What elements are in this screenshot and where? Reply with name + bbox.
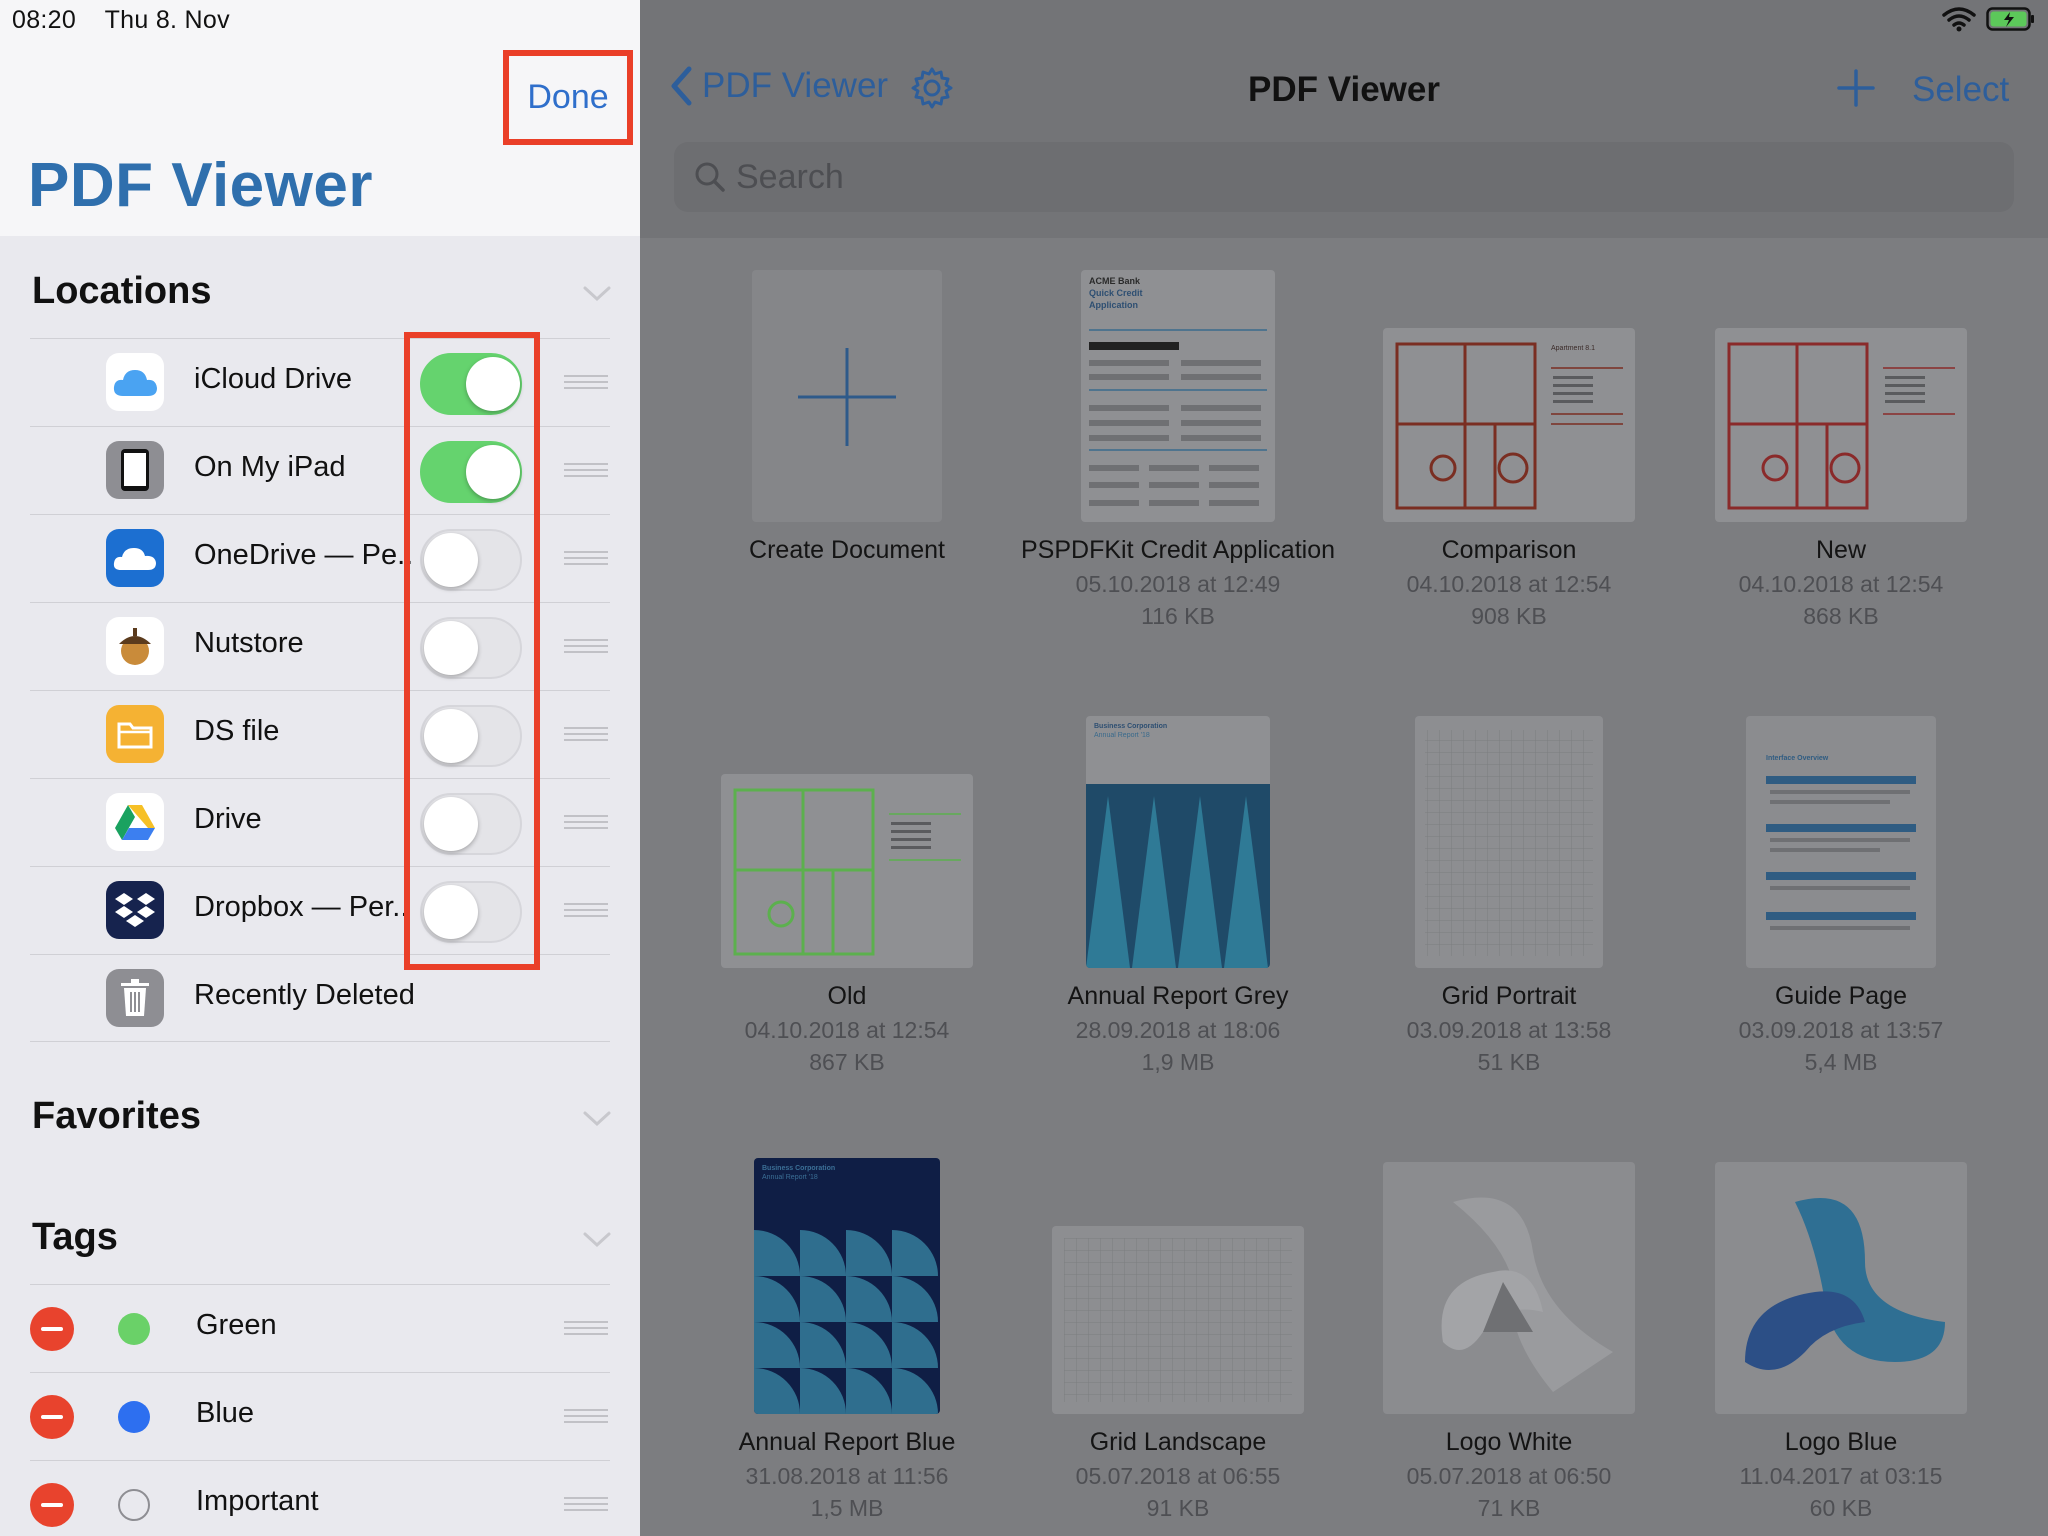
battery-icon bbox=[1986, 7, 2034, 31]
document-name: Logo Blue bbox=[1784, 1428, 1898, 1456]
pspdfkit-logo-icon bbox=[1441, 1197, 1613, 1392]
tag-label: Important bbox=[196, 1485, 319, 1517]
tag-label: Green bbox=[196, 1309, 277, 1341]
blue-tag-dot-icon bbox=[118, 1401, 150, 1433]
document-size: 60 KB bbox=[1809, 1495, 1873, 1521]
nutstore-acorn-icon bbox=[106, 617, 164, 675]
sidebar: Done PDF Viewer Locations iCloud Drive O… bbox=[0, 0, 640, 1536]
document-name: Grid Landscape bbox=[1089, 1428, 1267, 1456]
location-label: Dropbox — Per.. bbox=[194, 891, 409, 923]
location-label: iCloud Drive bbox=[194, 363, 352, 395]
dropbox-icon bbox=[106, 881, 164, 939]
drag-handle-icon[interactable] bbox=[564, 727, 608, 743]
chevron-down-icon[interactable] bbox=[582, 278, 612, 308]
tag-row-important[interactable]: Important bbox=[30, 1460, 610, 1536]
location-label: DS file bbox=[194, 715, 280, 747]
sidebar-header: Done PDF Viewer bbox=[0, 0, 640, 236]
thumb-annual-report-text: Annual Report '18 bbox=[1094, 732, 1150, 739]
location-label: Recently Deleted bbox=[194, 979, 415, 1011]
document-date: 31.08.2018 at 11:56 bbox=[745, 1463, 949, 1489]
trash-icon bbox=[106, 969, 164, 1027]
location-label: On My iPad bbox=[194, 451, 346, 483]
tags-title: Tags bbox=[32, 1216, 118, 1258]
drag-handle-icon[interactable] bbox=[564, 1497, 608, 1513]
chevron-down-icon[interactable] bbox=[582, 1103, 612, 1133]
annual-report-blue-thumbnail: Business Corporation Annual Report '18 bbox=[754, 1158, 940, 1414]
document-name: Logo White bbox=[1445, 1428, 1573, 1456]
logo-blue-thumbnail bbox=[1715, 1162, 1967, 1414]
drag-handle-icon[interactable] bbox=[564, 903, 608, 919]
drag-handle-icon[interactable] bbox=[564, 463, 608, 479]
empty-tag-dot-icon bbox=[118, 1489, 150, 1521]
document-date: 05.07.2018 at 06:50 bbox=[1406, 1463, 1612, 1489]
green-tag-dot-icon bbox=[118, 1313, 150, 1345]
sidebar-title: PDF Viewer bbox=[28, 151, 374, 220]
document-date: 11.04.2017 at 03:15 bbox=[1739, 1463, 1943, 1489]
document-size: 71 KB bbox=[1477, 1495, 1541, 1521]
ipad-icon bbox=[106, 441, 164, 499]
toggle-highlight-annotation bbox=[404, 332, 540, 970]
document-tile-grid-landscape[interactable]: Grid Landscape 05.07.2018 at 06:55 91 KB bbox=[1013, 892, 1343, 1524]
thumb-annual-report-text: Annual Report '18 bbox=[762, 1174, 818, 1181]
document-tile-annual-report-blue[interactable]: Business Corporation Annual Report '18 A… bbox=[682, 892, 1012, 1524]
document-tile-logo-blue[interactable]: Logo Blue 11.04.2017 at 03:15 60 KB bbox=[1676, 892, 2006, 1524]
thumb-acme-text: ACME Bank bbox=[1089, 276, 1141, 286]
status-time: 08:20 bbox=[12, 6, 77, 34]
delete-minus-icon[interactable] bbox=[30, 1307, 74, 1351]
thumb-apartment-text: Apartment 8.1 bbox=[1551, 345, 1595, 352]
wifi-icon bbox=[1942, 7, 1976, 32]
drag-handle-icon[interactable] bbox=[564, 375, 608, 391]
document-size: 91 KB bbox=[1146, 1495, 1210, 1521]
document-tile-logo-white[interactable]: Logo White 05.07.2018 at 06:50 71 KB bbox=[1344, 892, 1674, 1524]
icloud-icon bbox=[106, 353, 164, 411]
thumb-application-text: Application bbox=[1089, 300, 1138, 310]
tag-label: Blue bbox=[196, 1397, 255, 1429]
favorites-title: Favorites bbox=[32, 1095, 201, 1137]
location-label: OneDrive — Pe.. bbox=[194, 539, 414, 571]
drag-handle-icon[interactable] bbox=[564, 815, 608, 831]
thumb-quick-credit-text: Quick Credit bbox=[1089, 288, 1143, 298]
document-name: Annual Report Blue bbox=[738, 1428, 956, 1456]
drag-handle-icon[interactable] bbox=[564, 551, 608, 567]
done-label: Done bbox=[527, 78, 609, 116]
onedrive-icon bbox=[106, 529, 164, 587]
drag-handle-icon[interactable] bbox=[564, 1409, 608, 1425]
document-size: 1,5 MB bbox=[810, 1495, 884, 1521]
done-button[interactable]: Done bbox=[503, 50, 633, 145]
logo-white-thumbnail bbox=[1383, 1162, 1635, 1414]
tag-row-blue[interactable]: Blue bbox=[30, 1372, 610, 1460]
status-date: Thu 8. Nov bbox=[104, 6, 230, 34]
delete-minus-icon[interactable] bbox=[30, 1395, 74, 1439]
chevron-down-icon[interactable] bbox=[582, 1224, 612, 1254]
location-label: Drive bbox=[194, 803, 262, 835]
delete-minus-icon[interactable] bbox=[30, 1483, 74, 1527]
locations-title: Locations bbox=[32, 270, 212, 312]
folder-icon bbox=[106, 705, 164, 763]
thumb-business-corp-text: Business Corporation bbox=[1094, 723, 1167, 730]
thumb-interface-overview-text: Interface Overview bbox=[1766, 755, 1829, 762]
drag-handle-icon[interactable] bbox=[564, 639, 608, 655]
thumb-business-corp-text: Business Corporation bbox=[762, 1165, 835, 1172]
document-date: 05.07.2018 at 06:55 bbox=[1075, 1463, 1281, 1489]
google-drive-icon bbox=[106, 793, 164, 851]
pspdfkit-logo-icon bbox=[1745, 1198, 1945, 1370]
drag-handle-icon[interactable] bbox=[564, 1321, 608, 1337]
tag-row-green[interactable]: Green bbox=[30, 1284, 610, 1372]
status-indicators bbox=[1942, 6, 2036, 32]
grid-landscape-thumbnail bbox=[1052, 1226, 1304, 1414]
location-label: Nutstore bbox=[194, 627, 304, 659]
status-time-date: 08:20 Thu 8. Nov bbox=[12, 6, 230, 35]
